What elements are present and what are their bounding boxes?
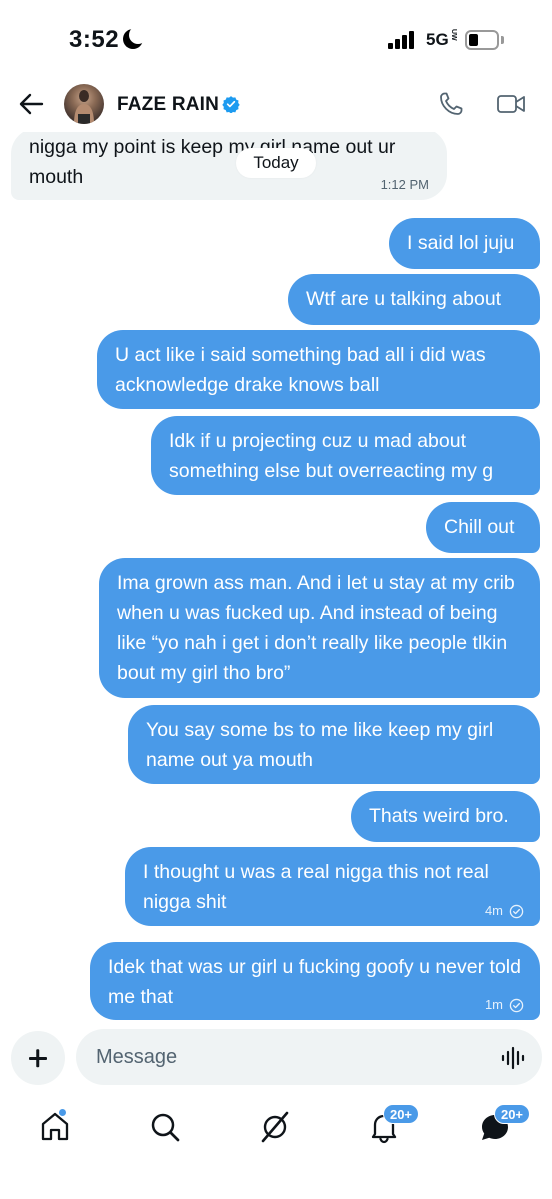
sent-check-icon xyxy=(509,998,524,1012)
tab-home[interactable] xyxy=(38,1108,78,1144)
message-bubble-outgoing[interactable]: Chill out xyxy=(426,502,540,553)
message-bubble-incoming[interactable]: nigga my point is keep my girl name out … xyxy=(11,128,447,200)
message-meta: 4m xyxy=(485,903,524,919)
notifications-badge: 20+ xyxy=(383,1104,419,1124)
cellular-signal-icon xyxy=(388,31,416,49)
message-bubble-outgoing[interactable]: Idek that was ur girl u fucking goofy u … xyxy=(90,942,540,1020)
message-bubble-outgoing[interactable]: Ima grown ass man. And i let u stay at m… xyxy=(99,558,540,698)
sent-check-icon xyxy=(509,904,524,918)
message-text: Idk if u projecting cuz u mad about some… xyxy=(169,430,494,482)
phone-call-icon[interactable] xyxy=(438,91,464,117)
back-arrow-icon[interactable] xyxy=(18,90,44,118)
home-notification-dot xyxy=(58,1108,67,1117)
message-bubble-outgoing[interactable]: U act like i said something bad all i di… xyxy=(97,330,540,409)
home-icon xyxy=(41,1112,69,1141)
status-bar: 3:52 5G UW xyxy=(0,0,552,82)
message-composer xyxy=(0,1020,552,1098)
message-bubble-outgoing[interactable]: You say some bs to me like keep my girl … xyxy=(128,705,540,784)
message-text: U act like i said something bad all i di… xyxy=(115,344,486,396)
tab-search[interactable] xyxy=(148,1110,188,1144)
message-text: nigga my point is keep my girl name out … xyxy=(29,136,396,188)
message-text: Wtf are u talking about xyxy=(306,288,502,310)
message-text: Chill out xyxy=(444,516,515,538)
message-bubble-outgoing[interactable]: Idk if u projecting cuz u mad about some… xyxy=(151,416,540,495)
message-text: Ima grown ass man. And i let u stay at m… xyxy=(117,572,515,684)
contact-name[interactable]: FAZE RAIN xyxy=(117,94,219,116)
message-bubble-outgoing[interactable]: I said lol juju xyxy=(389,218,540,269)
message-bubble-outgoing[interactable]: Thats weird bro. xyxy=(351,791,540,842)
message-meta: 1m xyxy=(485,997,524,1013)
status-time: 3:52 xyxy=(69,26,120,53)
message-time: 4m xyxy=(484,903,503,918)
message-bubble-outgoing[interactable]: Wtf are u talking about xyxy=(288,274,540,325)
message-time: 1:12 PM xyxy=(380,177,429,192)
search-icon xyxy=(151,1113,180,1142)
avatar[interactable] xyxy=(64,84,104,124)
message-time: 1m xyxy=(484,997,503,1012)
message-text: I said lol juju xyxy=(407,232,515,254)
message-bubble-outgoing[interactable]: I thought u was a real nigga this not re… xyxy=(125,847,540,926)
message-text: Thats weird bro. xyxy=(369,805,509,827)
grok-icon xyxy=(261,1111,289,1143)
message-text: Idek that was ur girl u fucking goofy u … xyxy=(108,956,521,1008)
message-meta: 1:12 PM xyxy=(381,177,429,193)
battery-tip xyxy=(501,36,504,44)
date-separator: Today xyxy=(236,148,316,178)
battery-icon xyxy=(465,30,499,50)
messages-badge: 20+ xyxy=(494,1104,530,1124)
message-input[interactable] xyxy=(76,1029,542,1085)
bottom-tab-bar: 20+ 20+ xyxy=(0,1098,552,1199)
verified-badge-icon xyxy=(222,96,240,113)
tab-notifications[interactable]: 20+ xyxy=(367,1104,419,1144)
tab-messages[interactable]: 20+ xyxy=(478,1104,530,1144)
message-text: You say some bs to me like keep my girl … xyxy=(146,719,494,771)
voice-message-waveform-icon[interactable] xyxy=(500,1046,526,1070)
do-not-disturb-moon-icon xyxy=(123,26,147,49)
video-call-icon[interactable] xyxy=(496,93,526,115)
network-type: 5G xyxy=(426,30,449,49)
message-text: I thought u was a real nigga this not re… xyxy=(143,861,489,913)
network-subtype: UW xyxy=(450,29,457,41)
add-attachment-button[interactable] xyxy=(11,1031,65,1085)
conversation-header: FAZE RAIN xyxy=(0,82,552,132)
tab-grok[interactable] xyxy=(258,1110,298,1144)
